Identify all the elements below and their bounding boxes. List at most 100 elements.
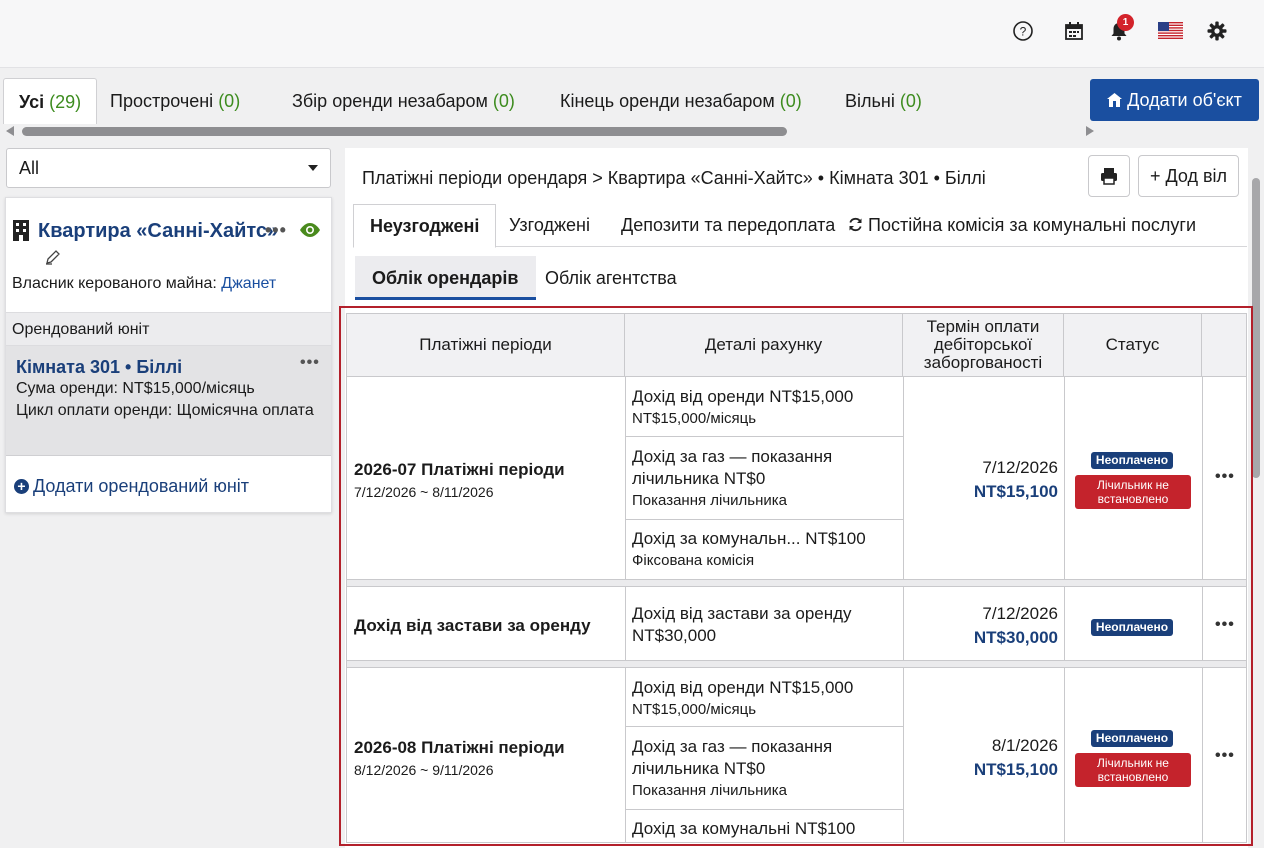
tab-deposits[interactable]: Депозити та передоплата	[621, 204, 835, 247]
detail-main: Дохід від оренди NT$15,000	[632, 678, 854, 697]
row-more-icon[interactable]: •••	[1215, 468, 1235, 486]
bill-detail: Дохід за газ — показання лічильника NT$0 П…	[632, 446, 832, 512]
detail-main: Дохід за комунальні NT$100	[632, 819, 856, 838]
tab-unreconciled[interactable]: Неузгоджені	[353, 204, 497, 248]
property-title[interactable]: Квартира «Санні-Хайтс»	[38, 220, 278, 243]
tab-count: (0)	[779, 91, 802, 111]
row-divider	[625, 436, 903, 437]
detail-sub: Показання лічильника	[632, 492, 788, 509]
edit-icon[interactable]	[45, 249, 61, 265]
row-more-icon[interactable]: •••	[1215, 747, 1235, 765]
property-owner: Власник керованого майна: Джанет	[12, 275, 276, 293]
tab-count: (0)	[899, 91, 922, 111]
row-divider	[625, 809, 903, 810]
calendar-icon[interactable]	[1063, 20, 1085, 42]
tab-count: (0)	[218, 91, 241, 111]
row-divider	[625, 519, 903, 520]
svg-text:?: ?	[1020, 25, 1027, 39]
tab-rent-collection-soon[interactable]: Збір оренди незабаром (0)	[292, 78, 515, 124]
col-header-periods: Платіжні періоди	[347, 314, 625, 377]
tab-reconciled[interactable]: Узгоджені	[509, 204, 590, 247]
status-badge: Неоплачено	[1091, 730, 1173, 747]
due-date: 8/1/2026	[991, 736, 1058, 755]
billing-table: Платіжні періоди Деталі рахунку Термін о…	[346, 313, 1247, 843]
period-title: Дохід від застави за оренду	[354, 616, 591, 635]
refresh-icon	[849, 217, 862, 232]
detail-main: лічильника NT$0	[632, 759, 766, 778]
scroll-right-icon[interactable]	[1086, 126, 1094, 136]
detail-sub: Показання лічильника	[632, 782, 788, 799]
eye-icon[interactable]	[298, 222, 322, 238]
detail-main: Дохід від застави за оренду	[632, 604, 852, 623]
us-flag-icon[interactable]	[1158, 22, 1183, 39]
col-header-due: Термін оплати дебіторської заборгованост…	[903, 314, 1064, 377]
detail-main: Дохід за комунальн... NT$100	[632, 529, 866, 548]
period-title: 2026-07 Платіжні періоди	[354, 460, 565, 479]
due-cell: 7/12/2026 NT$15,100	[903, 456, 1058, 504]
due-cell: 7/12/2026 NT$30,000	[903, 602, 1058, 650]
horizontal-scrollbar[interactable]	[4, 123, 1098, 139]
tab-label: Прострочені	[110, 91, 214, 111]
detail-main: лічильника NT$0	[632, 469, 766, 488]
tab-all[interactable]: Усі (29)	[3, 78, 98, 124]
add-unit-button[interactable]: + Додати орендований юніт	[14, 476, 249, 497]
select-value: All	[19, 158, 40, 178]
notification-badge: 1	[1117, 14, 1134, 31]
print-button[interactable]	[1088, 155, 1130, 197]
bill-detail: Дохід за газ — показання лічильника NT$0 П…	[632, 736, 832, 802]
detail-main: Дохід від оренди NT$15,000	[632, 387, 854, 406]
detail-main: Дохід за газ — показання	[632, 447, 833, 466]
tab-label: Вільні	[845, 91, 895, 111]
units-header: Орендований юніт	[6, 312, 331, 346]
col-header-actions	[1202, 314, 1246, 377]
tab-lease-end-soon[interactable]: Кінець оренди незабаром (0)	[560, 78, 802, 124]
tab-label: Збір оренди незабаром	[292, 91, 488, 111]
col-divider	[1064, 377, 1065, 842]
unit-item[interactable]: Кімната 301 • Біллі ••• Сума оренди: NT$…	[6, 346, 331, 456]
tab-label: Кінець оренди незабаром	[560, 91, 775, 111]
scrollbar-thumb[interactable]	[1252, 178, 1260, 478]
more-options-icon[interactable]: •••	[265, 220, 287, 241]
tab-utility-fee[interactable]: Постійна комісія за комунальні послуги	[848, 204, 1196, 247]
home-icon	[1107, 93, 1123, 107]
owner-label: Власник керованого майна:	[12, 275, 217, 292]
tab-overdue[interactable]: Прострочені (0)	[110, 78, 240, 124]
tab-label: Постійна комісія за комунальні послуги	[868, 215, 1197, 235]
meter-badge: Лічильник не встановлено	[1075, 753, 1191, 787]
tab-vacant[interactable]: Вільні (0)	[845, 78, 922, 124]
period-title: 2026-08 Платіжні періоди	[354, 738, 565, 757]
scroll-left-icon[interactable]	[6, 126, 14, 136]
due-amount: NT$15,100	[973, 760, 1058, 779]
unit-name[interactable]: Кімната 301 • Біллі	[16, 357, 182, 378]
top-bar: ? 1	[0, 0, 1264, 68]
chevron-down-icon	[308, 165, 318, 171]
row-divider	[625, 726, 903, 727]
property-filter-select[interactable]: All	[6, 148, 331, 188]
add-property-button[interactable]: Додати об'єкт	[1090, 79, 1259, 121]
row-more-icon[interactable]: •••	[1215, 616, 1235, 634]
row-separator	[347, 660, 1246, 668]
add-button[interactable]: + Дод віл	[1138, 155, 1239, 197]
status-badge: Неоплачено	[1091, 619, 1173, 636]
unit-more-icon[interactable]: •••	[300, 354, 320, 372]
due-amount: NT$30,000	[973, 628, 1058, 647]
property-card: Квартира «Санні-Хайтс» ••• Власник керов…	[5, 197, 332, 513]
owner-link[interactable]: Джанет	[221, 275, 276, 292]
unit-rent: Сума оренди: NT$15,000/місяць	[16, 380, 255, 397]
detail-main: NT$30,000	[632, 626, 717, 645]
subtab-tenant-ledger[interactable]: Облік орендарів	[355, 256, 536, 300]
row-separator	[347, 579, 1246, 587]
scrollbar-thumb[interactable]	[22, 127, 787, 136]
col-header-details: Деталі рахунку	[625, 314, 903, 377]
reconciliation-tabs: Неузгоджені Узгоджені Депозити та передо…	[353, 204, 1247, 248]
tab-count: (29)	[49, 92, 82, 112]
gear-icon[interactable]	[1206, 20, 1228, 42]
detail-main: Дохід за газ — показання	[632, 737, 833, 756]
detail-sub: NT$15,000/місяць	[632, 410, 757, 427]
subtab-agency-ledger[interactable]: Облік агентства	[545, 256, 677, 300]
help-icon[interactable]: ?	[1012, 20, 1034, 42]
due-amount: NT$15,100	[973, 482, 1058, 501]
printer-icon	[1101, 168, 1117, 185]
col-divider	[625, 377, 626, 842]
period-dates: 8/12/2026 ~ 9/11/2026	[354, 762, 494, 778]
